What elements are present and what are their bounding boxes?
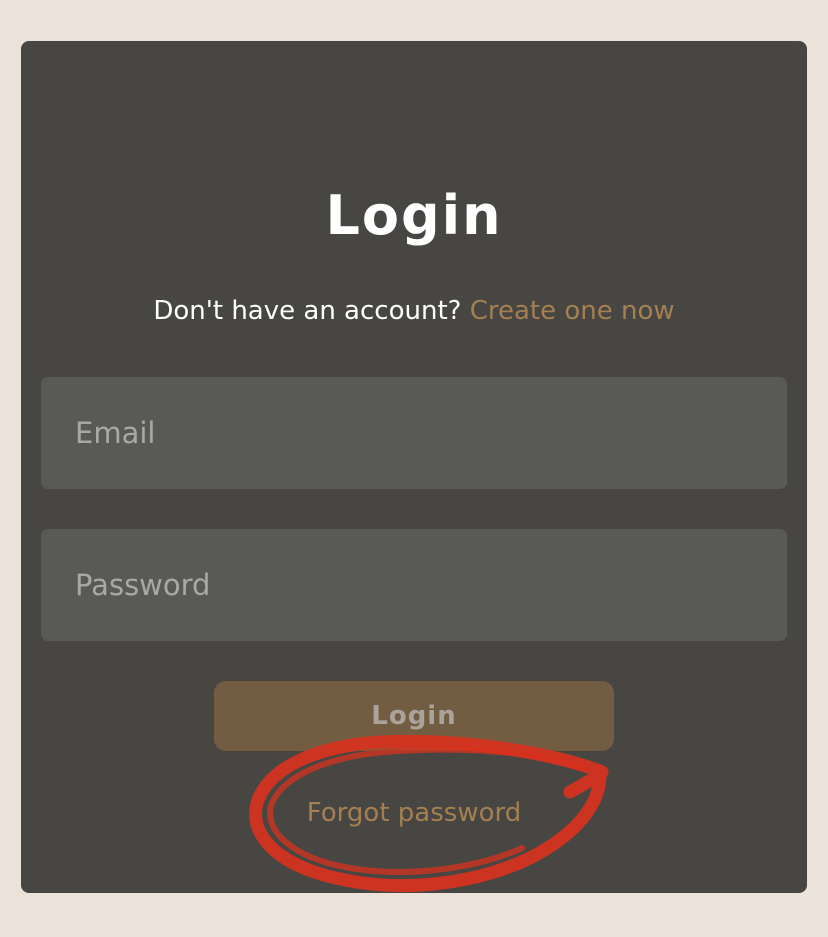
email-field[interactable] xyxy=(41,377,787,489)
password-field[interactable] xyxy=(41,529,787,641)
page-title: Login xyxy=(325,184,503,247)
signup-prompt: Don't have an account? Create one now xyxy=(21,293,807,329)
login-button[interactable]: Login xyxy=(214,681,614,751)
signup-prompt-text: Don't have an account? xyxy=(153,296,470,326)
forgot-password-link[interactable]: Forgot password xyxy=(21,795,807,831)
login-card: Login Don't have an account? Create one … xyxy=(21,41,807,893)
create-account-link[interactable]: Create one now xyxy=(470,296,675,326)
